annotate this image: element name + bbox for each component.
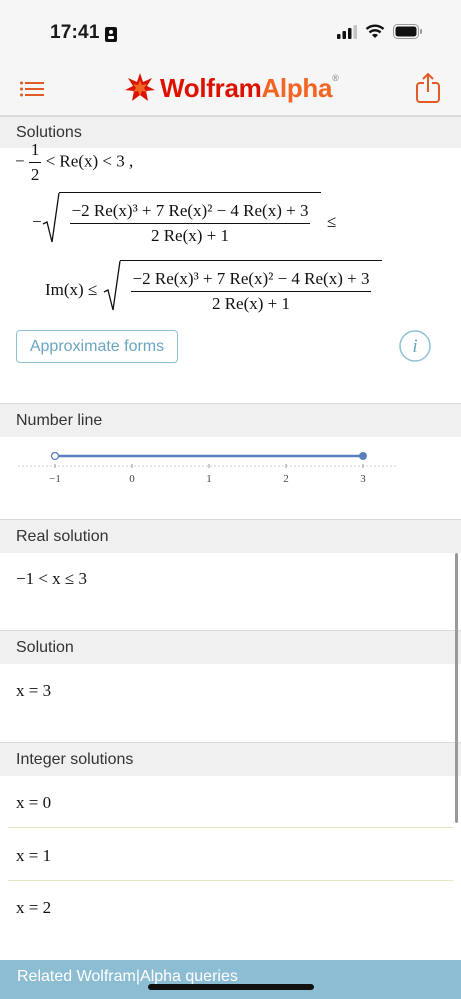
signal-icon — [337, 24, 357, 39]
scrollbar[interactable] — [455, 553, 458, 823]
section-title: Solution — [16, 639, 74, 656]
integer-solution-item: x = 0 — [16, 793, 52, 812]
integer-solution-item: x = 1 — [16, 846, 52, 865]
info-icon[interactable]: i — [399, 330, 431, 362]
solution-line-1: − 1 2 < Re(x) < 3 , — [15, 140, 134, 184]
section-header-solution: Solution — [0, 630, 461, 664]
divider — [8, 827, 453, 828]
real-solution-value: −1 < x ≤ 3 — [16, 569, 88, 588]
tick-label: 2 — [283, 473, 289, 485]
tick-label: −1 — [49, 473, 61, 485]
svg-text:i: i — [412, 336, 417, 357]
tick-label: 3 — [360, 473, 366, 485]
menu-icon[interactable] — [20, 81, 44, 97]
section-title: Number line — [16, 412, 103, 429]
status-time: 17:41 — [50, 22, 100, 43]
section-title: Integer solutions — [16, 751, 134, 768]
sqrt-sign — [103, 260, 121, 311]
section-header-integer-solutions: Integer solutions — [0, 742, 461, 776]
logo-mark: ® — [332, 72, 339, 83]
status-icons — [337, 24, 423, 39]
solution-value: x = 3 — [16, 681, 52, 700]
expr-denominator: 2 Re(x) + 1 — [211, 294, 291, 313]
divider — [8, 880, 453, 881]
fraction-half: 1 2 — [28, 140, 42, 184]
tick-label: 1 — [206, 473, 212, 485]
battery-icon — [393, 24, 422, 39]
logo-accent-text: Alpha — [261, 72, 333, 103]
wolfram-star-icon — [125, 73, 155, 101]
app-header: WolframAlpha® — [0, 64, 461, 116]
wifi-icon — [365, 24, 385, 38]
tick-marks — [54, 464, 364, 468]
expr-numerator: −2 Re(x)³ + 7 Re(x)² − 4 Re(x) + 3 — [69, 201, 311, 224]
closed-endpoint — [359, 452, 367, 460]
wolfram-alpha-logo[interactable]: WolframAlpha® — [124, 72, 339, 104]
share-icon[interactable] — [415, 72, 441, 104]
home-indicator[interactable] — [148, 984, 314, 990]
logo-main-text: Wolfram — [160, 72, 262, 103]
id-card-icon — [105, 27, 117, 42]
related-queries-bar[interactable]: Related Wolfram|Alpha queries — [0, 960, 461, 999]
tick-label: 0 — [129, 473, 135, 485]
expr-numerator: −2 Re(x)³ + 7 Re(x)² − 4 Re(x) + 3 — [130, 269, 372, 292]
open-endpoint — [50, 451, 60, 461]
number-line-plot: −1 0 1 2 3 — [18, 451, 398, 485]
integer-solution-item: x = 2 — [16, 898, 52, 917]
section-title: Real solution — [16, 528, 109, 545]
status-bar: 17:41 — [0, 0, 461, 64]
tick-labels: −1 0 1 2 3 — [49, 473, 366, 485]
section-header-real-solution: Real solution — [0, 519, 461, 553]
approximate-forms-button[interactable]: Approximate forms — [16, 330, 178, 363]
expr-denominator: 2 Re(x) + 1 — [150, 226, 230, 245]
sqrt-sign — [42, 192, 60, 243]
section-header-number-line: Number line — [0, 403, 461, 437]
